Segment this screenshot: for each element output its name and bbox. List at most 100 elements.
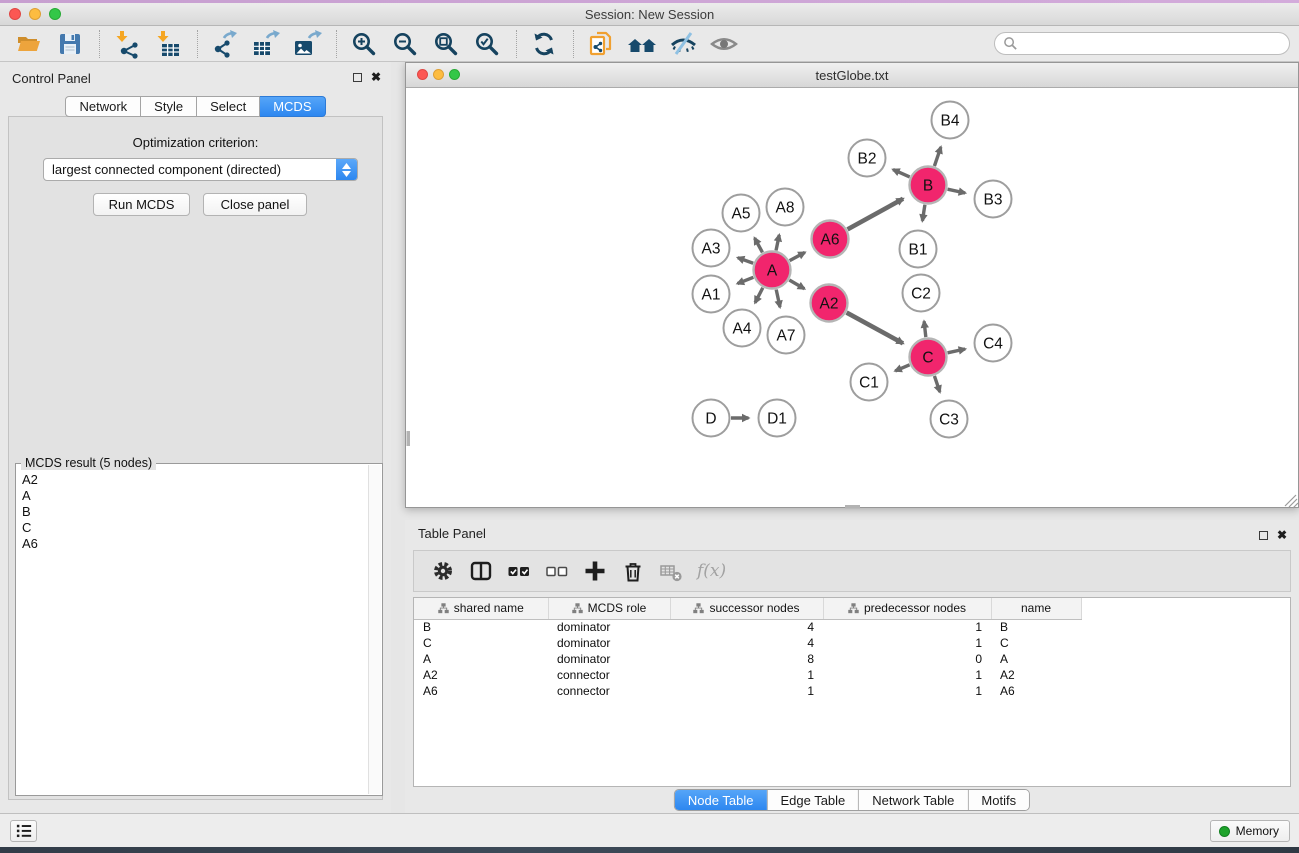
graph-edge-C-C3[interactable]: [934, 376, 939, 392]
table-cell[interactable]: 4: [670, 619, 823, 635]
h-scroll-hint[interactable]: [845, 505, 860, 509]
export-image-icon[interactable]: [291, 29, 323, 59]
table-row[interactable]: Bdominator41B: [414, 619, 1290, 635]
table-cell[interactable]: dominator: [548, 635, 670, 651]
mcds-result-list[interactable]: A2ABCA6: [17, 465, 368, 794]
column-header-mcds-role[interactable]: MCDS role: [548, 598, 670, 619]
graph-edge-A-A6[interactable]: [790, 252, 805, 260]
save-session-icon[interactable]: [54, 29, 86, 59]
zoom-in-icon[interactable]: [348, 29, 380, 59]
select-all-icon[interactable]: [505, 558, 532, 585]
show-panel-eye-icon[interactable]: [708, 29, 740, 59]
table-cell[interactable]: 1: [823, 683, 991, 699]
column-header-shared-name[interactable]: shared name: [414, 598, 548, 619]
tab-mcds[interactable]: MCDS: [260, 96, 325, 117]
graph-edge-B-B4[interactable]: [934, 147, 940, 166]
close-panel-icon[interactable]: ✖: [371, 72, 381, 82]
column-header-successor-nodes[interactable]: successor nodes: [670, 598, 823, 619]
graph-edge-A-A4[interactable]: [755, 288, 763, 303]
table-cell[interactable]: 1: [823, 635, 991, 651]
v-scroll-hint[interactable]: [407, 431, 411, 446]
resize-grip-icon[interactable]: [1285, 495, 1298, 508]
zoom-selected-icon[interactable]: [471, 29, 503, 59]
table-cell[interactable]: dominator: [548, 619, 670, 635]
table-row[interactable]: Adominator80A: [414, 651, 1290, 667]
home-layout-icon[interactable]: [626, 29, 658, 59]
network-graph[interactable]: AA1A2A3A4A5A6A7A8BB1B2B3B4CC1C2C3C4DD1: [406, 89, 1298, 509]
graph-edge-A2-C[interactable]: [847, 313, 903, 344]
graph-edge-A-A2[interactable]: [789, 280, 804, 289]
table-cell[interactable]: 0: [823, 651, 991, 667]
table-row[interactable]: A6connector11A6: [414, 683, 1290, 699]
network-canvas[interactable]: AA1A2A3A4A5A6A7A8BB1B2B3B4CC1C2C3C4DD1: [406, 89, 1298, 507]
table-cell[interactable]: A2: [991, 667, 1081, 683]
table-cell[interactable]: A: [991, 651, 1081, 667]
table-cell[interactable]: A2: [414, 667, 548, 683]
zoom-out-icon[interactable]: [389, 29, 421, 59]
add-column-icon[interactable]: [581, 558, 608, 585]
table-cell[interactable]: 1: [823, 619, 991, 635]
table-row[interactable]: Cdominator41C: [414, 635, 1290, 651]
column-header-name[interactable]: name: [991, 598, 1081, 619]
import-table-icon[interactable]: [152, 29, 184, 59]
delete-column-trash-icon[interactable]: [619, 558, 646, 585]
graph-edge-A-A8[interactable]: [776, 235, 779, 251]
node-table-grid[interactable]: shared nameMCDS rolesuccessor nodesprede…: [414, 598, 1290, 699]
table-cell[interactable]: C: [991, 635, 1081, 651]
table-cell[interactable]: 4: [670, 635, 823, 651]
column-visibility-icon[interactable]: [467, 558, 494, 585]
deselect-all-icon[interactable]: [543, 558, 570, 585]
zoom-fit-icon[interactable]: [430, 29, 462, 59]
table-cell[interactable]: A6: [414, 683, 548, 699]
export-network-icon[interactable]: [209, 29, 241, 59]
tab-node-table[interactable]: Node Table: [675, 790, 768, 810]
result-list-item[interactable]: A2: [22, 472, 368, 488]
result-list-item[interactable]: A6: [22, 536, 368, 552]
run-mcds-button[interactable]: Run MCDS: [93, 193, 190, 216]
graph-edge-A-A3[interactable]: [738, 258, 753, 264]
graph-edge-C-C1[interactable]: [895, 365, 909, 371]
close-panel-icon[interactable]: ✖: [1277, 530, 1287, 540]
duplicate-network-icon[interactable]: [585, 29, 617, 59]
table-cell[interactable]: 1: [823, 667, 991, 683]
graph-edge-C-C2[interactable]: [924, 321, 926, 337]
tab-motifs[interactable]: Motifs: [968, 790, 1029, 810]
tab-network[interactable]: Network: [65, 96, 141, 117]
table-cell[interactable]: 1: [670, 683, 823, 699]
close-panel-button[interactable]: Close panel: [203, 193, 307, 216]
table-cell[interactable]: A: [414, 651, 548, 667]
column-header-predecessor-nodes[interactable]: predecessor nodes: [823, 598, 991, 619]
table-cell[interactable]: connector: [548, 683, 670, 699]
refresh-icon[interactable]: [528, 29, 560, 59]
tab-network-table[interactable]: Network Table: [859, 790, 968, 810]
graph-edge-C-C4[interactable]: [948, 349, 966, 353]
graph-edge-A-A7[interactable]: [776, 290, 780, 308]
table-cell[interactable]: A6: [991, 683, 1081, 699]
open-file-icon[interactable]: [13, 29, 45, 59]
criterion-dropdown[interactable]: largest connected component (directed): [43, 158, 358, 181]
task-history-button[interactable]: [10, 820, 37, 842]
table-cell[interactable]: B: [414, 619, 548, 635]
table-settings-gear-icon[interactable]: [429, 558, 456, 585]
tab-select[interactable]: Select: [197, 96, 260, 117]
graph-edge-A-A5[interactable]: [755, 238, 763, 252]
result-list-item[interactable]: B: [22, 504, 368, 520]
table-cell[interactable]: 1: [670, 667, 823, 683]
float-panel-icon[interactable]: [353, 73, 362, 82]
graph-edge-A6-B[interactable]: [848, 199, 904, 230]
search-input[interactable]: [1018, 33, 1289, 54]
float-panel-icon[interactable]: [1259, 531, 1268, 540]
table-cell[interactable]: C: [414, 635, 548, 651]
table-cell[interactable]: B: [991, 619, 1081, 635]
graph-edge-A-A1[interactable]: [738, 277, 754, 283]
table-cell[interactable]: connector: [548, 667, 670, 683]
search-field[interactable]: [994, 32, 1290, 55]
graph-edge-B-B2[interactable]: [893, 170, 910, 177]
result-list-item[interactable]: C: [22, 520, 368, 536]
result-scrollbar[interactable]: [368, 465, 381, 794]
table-cell[interactable]: dominator: [548, 651, 670, 667]
export-table-icon[interactable]: [250, 29, 282, 59]
graph-edge-B-B3[interactable]: [948, 189, 966, 193]
graph-edge-B-B1[interactable]: [922, 205, 925, 221]
memory-button[interactable]: Memory: [1210, 820, 1290, 842]
